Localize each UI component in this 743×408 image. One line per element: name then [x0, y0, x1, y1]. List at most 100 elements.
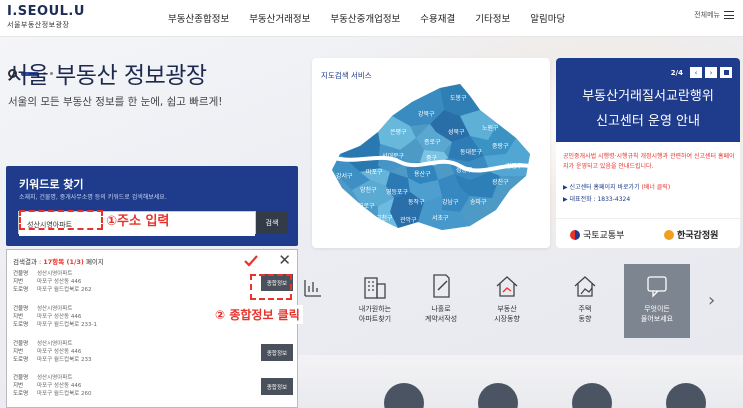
comprehensive-info-button[interactable]: 종합정보 [261, 378, 293, 395]
district-mapo[interactable]: 마포구 [366, 168, 383, 176]
district-seongdong[interactable]: 성동구 [456, 166, 473, 174]
notice-link1-note: (배너 클릭) [641, 184, 671, 191]
district-yongsan[interactable]: 용산구 [414, 170, 431, 178]
district-nowon[interactable]: 노원구 [482, 124, 499, 132]
quick-menu: 내가원하는 아파트찾기 나홀로 계약서작성 부동산 시장동향 주택 동향 무엇이… [298, 264, 743, 338]
notice-banner[interactable]: 2/4 ‹ › 부동산거래질서교란행위 신고센터 운영 안내 공인중개사법 시행… [556, 58, 740, 248]
label-jibun: 지번 [13, 383, 24, 389]
district-gangseo[interactable]: 강서구 [336, 172, 353, 180]
apartment-icon [364, 277, 386, 299]
map-search-card[interactable]: 지도검색 서비스 도봉구 노원구 강북구 은평구 성북구 중랑구 종로구 동대문… [312, 58, 550, 248]
district-guro[interactable]: 구로구 [358, 203, 375, 210]
kab-logo-text: 한국감정원 [677, 231, 719, 241]
district-gwanak[interactable]: 관악구 [400, 216, 417, 224]
bottom-shortcut-icon[interactable] [384, 383, 424, 408]
result-name: 성산시영아파트 [37, 341, 73, 347]
results-count: 17항목 (1/3) [43, 258, 84, 266]
district-gwangjin[interactable]: 광진구 [492, 178, 509, 186]
district-dobong[interactable]: 도봉구 [450, 94, 467, 102]
district-dongjak[interactable]: 동작구 [408, 199, 425, 206]
bottom-shortcut-icon[interactable] [478, 383, 518, 408]
label-road: 도로명 [13, 322, 29, 328]
nav-item-transaction[interactable]: 부동산거래정보 [249, 11, 310, 25]
quick-item-contract[interactable]: 나홀로 계약서작성 [408, 264, 474, 338]
result-jibun: 마포구 성산동 446 [37, 349, 82, 355]
district-seongbuk[interactable]: 성북구 [448, 128, 465, 136]
district-yeongdeungpo[interactable]: 영등포구 [386, 188, 409, 196]
hero-title: 서울 부동산 정보광장 [7, 63, 207, 89]
house-trend-icon [574, 276, 596, 297]
header: I.SEOUL.U 서울부동산정보광장 부동산종합정보 부동산거래정보 부동산중… [0, 0, 743, 37]
result-name: 성산시영아파트 [37, 271, 73, 277]
quick-item-apartment[interactable]: 내가원하는 아파트찾기 [342, 264, 408, 338]
quick-item-label: 나홀로 계약서작성 [424, 305, 458, 323]
district-gangnam[interactable]: 강남구 [442, 198, 459, 206]
district-gangbuk[interactable]: 강북구 [418, 110, 435, 118]
district-yangcheon[interactable]: 양천구 [360, 186, 377, 194]
quick-item-house-trend[interactable]: 주택 동향 [552, 264, 618, 338]
quick-item-qna[interactable]: 무엇이든 물어보세요 [624, 264, 690, 338]
district-jongno[interactable]: 종로구 [424, 139, 441, 146]
banner-page-number: 2/4 [670, 68, 683, 77]
quick-item-label: 무엇이든 물어보세요 [640, 305, 674, 323]
quick-item-chart[interactable] [298, 264, 328, 338]
district-dongdaemun[interactable]: 동대문구 [460, 148, 483, 156]
result-road: 마포구 월드컵북로 262 [37, 287, 92, 293]
nav-item-etc[interactable]: 기타정보 [475, 11, 510, 25]
notice-body-text: 공인중개사법 시행령·시행규칙 개정시행과 관련하여 신고센터 홈페이지가 운영… [563, 153, 735, 170]
result-road: 마포구 월드컵북로 260 [37, 391, 92, 397]
seoul-district-map[interactable]: 도봉구 노원구 강북구 은평구 성북구 중랑구 종로구 동대문구 서대문구 강서… [320, 80, 544, 244]
notice-link2-text: 대표전화 : 1833-4324 [569, 196, 631, 203]
district-eunpyeong[interactable]: 은평구 [390, 128, 407, 136]
notice-title-line1: 부동산거래질서교란행위 [582, 89, 714, 104]
all-menu-label: 전체메뉴 [694, 11, 720, 19]
nav-item-notice[interactable]: 알림마당 [530, 11, 565, 25]
district-jung[interactable]: 중구 [426, 155, 438, 162]
district-seocho[interactable]: 서초구 [432, 214, 449, 222]
label-road: 도로명 [13, 287, 29, 293]
district-seodaemun[interactable]: 서대문구 [382, 152, 405, 160]
label-building: 건물명 [13, 341, 29, 347]
all-menu-button[interactable]: 전체메뉴 [694, 10, 734, 20]
notice-link-homepage[interactable]: ▶ 신고센터 홈페이지 바로가기 (배너 클릭) [563, 182, 670, 191]
chevron-left-icon[interactable]: ‹ [690, 67, 702, 78]
site-logo[interactable]: I.SEOUL.U 서울부동산정보광장 [7, 5, 85, 30]
stop-icon[interactable] [720, 67, 732, 78]
annotation-highlight-input [19, 210, 103, 230]
kab-logo: 한국감정원 [664, 228, 718, 241]
district-jungnang[interactable]: 중랑구 [492, 143, 509, 150]
results-suffix: 페이지 [83, 258, 104, 266]
quick-item-label: 부동산 시장동향 [494, 305, 520, 323]
result-item: 건물명 성산시영아파트 지번 마포구 성산동 446 도로명 마포구 월드컵북로 26… [13, 374, 293, 406]
bottom-shortcut-icon[interactable] [572, 383, 612, 408]
quick-item-market[interactable]: 부동산 시장동향 [474, 264, 540, 338]
label-jibun: 지번 [13, 314, 24, 320]
chart-icon [304, 280, 321, 297]
logo-main-text: I.SEOUL.U [7, 4, 85, 19]
close-icon[interactable]: ✕ [278, 253, 291, 268]
nav-item-comprehensive[interactable]: 부동산종합정보 [168, 11, 229, 25]
label-jibun: 지번 [13, 279, 24, 285]
logo-sub-text: 서울부동산정보광장 [7, 21, 70, 29]
district-geumcheon[interactable]: 금천구 [376, 214, 393, 222]
quick-item-label: 주택 동향 [578, 305, 592, 323]
results-summary: 검색결과 : 17항목 (1/3) 페이지 [13, 256, 104, 266]
banner-pager: 2/4 ‹ › [671, 67, 732, 78]
chevron-right-icon[interactable]: › [708, 290, 715, 311]
annotation-step1-label: ①주소 입력 [106, 214, 170, 229]
district-gangdong[interactable]: 강동구 [506, 162, 523, 170]
notice-header: 2/4 ‹ › 부동산거래질서교란행위 신고센터 운영 안내 [556, 58, 740, 142]
keyword-search-title: 키워드로 찾기 [19, 178, 84, 191]
label-building: 건물명 [13, 306, 29, 312]
market-trend-icon [496, 276, 518, 297]
comprehensive-info-button[interactable]: 종합정보 [261, 344, 293, 361]
district-songpa[interactable]: 송파구 [470, 198, 487, 206]
nav-item-brokerage[interactable]: 부동산중개업정보 [330, 11, 400, 25]
bottom-shortcut-icon[interactable] [666, 383, 706, 408]
nav-item-expropriation[interactable]: 수용재결 [420, 11, 455, 25]
notice-link1-text: 신고센터 홈페이지 바로가기 [569, 184, 642, 191]
search-button[interactable]: 검색 [256, 211, 288, 234]
molit-logo: 국토교통부 [570, 228, 624, 241]
quick-item-label: 내가원하는 아파트찾기 [358, 305, 392, 323]
chevron-right-icon[interactable]: › [705, 67, 717, 78]
